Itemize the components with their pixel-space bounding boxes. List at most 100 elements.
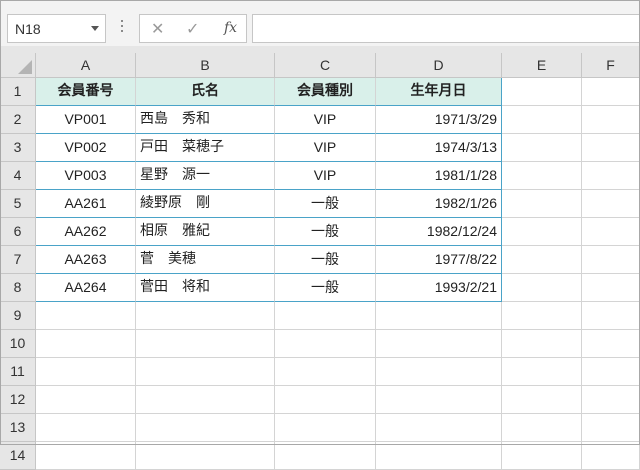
- cell-f3[interactable]: [582, 134, 640, 162]
- name-box[interactable]: N18: [7, 14, 106, 43]
- row-header-9[interactable]: 9: [0, 302, 36, 330]
- row-header-11[interactable]: 11: [0, 358, 36, 386]
- cell-d9[interactable]: [376, 302, 502, 330]
- cell-b3[interactable]: 戸田 菜穂子: [136, 134, 275, 162]
- column-header-f[interactable]: F: [582, 53, 640, 78]
- column-header-c[interactable]: C: [275, 53, 376, 78]
- cell-e1[interactable]: [502, 78, 582, 106]
- cell-d10[interactable]: [376, 330, 502, 358]
- row-header-1[interactable]: 1: [0, 78, 36, 106]
- column-header-b[interactable]: B: [136, 53, 275, 78]
- row-header-8[interactable]: 8: [0, 274, 36, 302]
- cell-c9[interactable]: [275, 302, 376, 330]
- cell-f11[interactable]: [582, 358, 640, 386]
- column-header-d[interactable]: D: [376, 53, 502, 78]
- cell-b7[interactable]: 菅 美穂: [136, 246, 275, 274]
- cell-f8[interactable]: [582, 274, 640, 302]
- cell-a13[interactable]: [36, 414, 136, 442]
- cell-f14[interactable]: [582, 442, 640, 470]
- row-header-4[interactable]: 4: [0, 162, 36, 190]
- cell-f13[interactable]: [582, 414, 640, 442]
- cell-b9[interactable]: [136, 302, 275, 330]
- cell-e8[interactable]: [502, 274, 582, 302]
- cell-d1[interactable]: 生年月日: [376, 78, 502, 106]
- cell-f6[interactable]: [582, 218, 640, 246]
- cell-d2[interactable]: 1971/3/29: [376, 106, 502, 134]
- cell-a2[interactable]: VP001: [36, 106, 136, 134]
- cell-b10[interactable]: [136, 330, 275, 358]
- insert-function-icon[interactable]: fx: [224, 20, 237, 36]
- cell-a3[interactable]: VP002: [36, 134, 136, 162]
- cell-f5[interactable]: [582, 190, 640, 218]
- formula-input[interactable]: [252, 14, 640, 43]
- row-header-6[interactable]: 6: [0, 218, 36, 246]
- cell-c5[interactable]: 一般: [275, 190, 376, 218]
- cell-c1[interactable]: 会員種別: [275, 78, 376, 106]
- cell-e9[interactable]: [502, 302, 582, 330]
- cell-c13[interactable]: [275, 414, 376, 442]
- cell-b12[interactable]: [136, 386, 275, 414]
- cell-b2[interactable]: 西島 秀和: [136, 106, 275, 134]
- cell-a8[interactable]: AA264: [36, 274, 136, 302]
- row-header-12[interactable]: 12: [0, 386, 36, 414]
- cell-b4[interactable]: 星野 源一: [136, 162, 275, 190]
- cell-d14[interactable]: [376, 442, 502, 470]
- cell-f7[interactable]: [582, 246, 640, 274]
- cell-a5[interactable]: AA261: [36, 190, 136, 218]
- cell-a11[interactable]: [36, 358, 136, 386]
- cell-a10[interactable]: [36, 330, 136, 358]
- enter-icon[interactable]: ✓: [186, 19, 199, 38]
- cell-d11[interactable]: [376, 358, 502, 386]
- cell-b8[interactable]: 菅田 将和: [136, 274, 275, 302]
- cancel-icon[interactable]: ✕: [151, 19, 164, 38]
- row-header-13[interactable]: 13: [0, 414, 36, 442]
- cell-e10[interactable]: [502, 330, 582, 358]
- row-header-10[interactable]: 10: [0, 330, 36, 358]
- cell-c2[interactable]: VIP: [275, 106, 376, 134]
- cell-d7[interactable]: 1977/8/22: [376, 246, 502, 274]
- more-options-icon[interactable]: [120, 17, 124, 37]
- cell-a9[interactable]: [36, 302, 136, 330]
- cell-b5[interactable]: 綾野原 剛: [136, 190, 275, 218]
- cell-b11[interactable]: [136, 358, 275, 386]
- cell-d5[interactable]: 1982/1/26: [376, 190, 502, 218]
- cell-e14[interactable]: [502, 442, 582, 470]
- cell-f12[interactable]: [582, 386, 640, 414]
- row-header-5[interactable]: 5: [0, 190, 36, 218]
- cell-a1[interactable]: 会員番号: [36, 78, 136, 106]
- chevron-down-icon[interactable]: [91, 26, 99, 31]
- cell-d12[interactable]: [376, 386, 502, 414]
- cell-e6[interactable]: [502, 218, 582, 246]
- row-header-7[interactable]: 7: [0, 246, 36, 274]
- cell-b1[interactable]: 氏名: [136, 78, 275, 106]
- cell-f2[interactable]: [582, 106, 640, 134]
- cell-e12[interactable]: [502, 386, 582, 414]
- cell-f4[interactable]: [582, 162, 640, 190]
- row-header-2[interactable]: 2: [0, 106, 36, 134]
- cell-c11[interactable]: [275, 358, 376, 386]
- cell-d13[interactable]: [376, 414, 502, 442]
- cell-d6[interactable]: 1982/12/24: [376, 218, 502, 246]
- cell-a4[interactable]: VP003: [36, 162, 136, 190]
- cell-c3[interactable]: VIP: [275, 134, 376, 162]
- cell-e11[interactable]: [502, 358, 582, 386]
- cell-e3[interactable]: [502, 134, 582, 162]
- cell-a12[interactable]: [36, 386, 136, 414]
- cell-f1[interactable]: [582, 78, 640, 106]
- cell-e2[interactable]: [502, 106, 582, 134]
- cell-e7[interactable]: [502, 246, 582, 274]
- cell-c4[interactable]: VIP: [275, 162, 376, 190]
- row-header-3[interactable]: 3: [0, 134, 36, 162]
- cell-b14[interactable]: [136, 442, 275, 470]
- cell-d3[interactable]: 1974/3/13: [376, 134, 502, 162]
- cell-c6[interactable]: 一般: [275, 218, 376, 246]
- cell-e13[interactable]: [502, 414, 582, 442]
- cell-e5[interactable]: [502, 190, 582, 218]
- cell-c8[interactable]: 一般: [275, 274, 376, 302]
- cell-c12[interactable]: [275, 386, 376, 414]
- column-header-e[interactable]: E: [502, 53, 582, 78]
- cell-d8[interactable]: 1993/2/21: [376, 274, 502, 302]
- cell-a7[interactable]: AA263: [36, 246, 136, 274]
- cell-c14[interactable]: [275, 442, 376, 470]
- cell-c10[interactable]: [275, 330, 376, 358]
